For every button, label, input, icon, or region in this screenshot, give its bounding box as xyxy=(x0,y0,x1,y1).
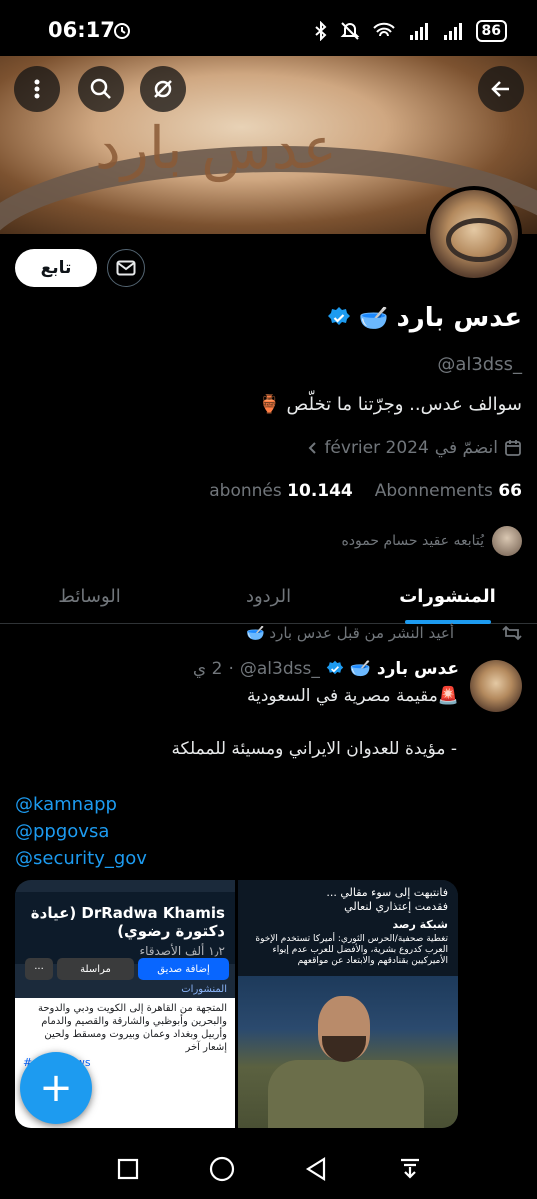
profile-display-name: عدس بارد xyxy=(396,303,522,333)
joined-label: انضمّ في xyxy=(434,438,498,458)
follow-counts: Abonnements 66 abonnés 10.144 xyxy=(209,481,522,501)
wifi-icon xyxy=(372,22,395,37)
photo-uniform xyxy=(268,1060,424,1128)
media-profile-name: DrRadwa Khamis (عيادة دكتورة رضوي) xyxy=(30,904,225,940)
following-count-link[interactable]: Abonnements 66 xyxy=(375,481,522,501)
nav-back-button[interactable] xyxy=(300,1153,332,1185)
grok-icon xyxy=(154,80,172,98)
verified-badge-icon xyxy=(326,660,344,675)
system-nav-bar xyxy=(0,1138,537,1199)
tab-media[interactable]: الوسائط xyxy=(0,570,179,623)
followers-label: abonnés xyxy=(209,481,282,501)
signal-icon-2 xyxy=(443,23,462,40)
repost-indicator: أعيد النشر من قبل عدس بارد 🥣 xyxy=(246,624,522,642)
bluetooth-icon xyxy=(314,21,326,41)
recent-apps-button[interactable] xyxy=(112,1153,144,1185)
more-vertical-icon xyxy=(34,79,40,99)
more-options-button[interactable] xyxy=(14,66,60,112)
media-news-body: تغطية صحفية/الحرس الثوري: أميركا تستخدم … xyxy=(255,934,448,966)
follow-button[interactable]: تابع xyxy=(15,249,97,287)
tab-posts[interactable]: المنشورات xyxy=(358,570,537,623)
media-more-button: ··· xyxy=(25,958,53,980)
follower-avatar xyxy=(492,526,522,556)
home-button[interactable] xyxy=(206,1153,238,1185)
tab-replies[interactable]: الردود xyxy=(179,570,358,623)
pull-down-icon xyxy=(400,1158,419,1179)
repost-text: أعيد النشر من قبل عدس بارد 🥣 xyxy=(245,624,454,642)
media-news-line1: فانتبهت إلى سوء مقالي ... xyxy=(326,886,448,899)
bowl-emoji: 🥣 xyxy=(358,304,389,332)
profile-avatar[interactable] xyxy=(426,186,522,282)
verified-badge-icon xyxy=(327,307,350,325)
media-news-card: فانتبهت إلى سوء مقالي ... فقدمت إعتذاري … xyxy=(238,880,458,976)
tweet-handle: @al3dss_ xyxy=(239,659,320,679)
tweet-text-line-2: - مؤيدة للعدوان الايراني ومسيئة للمملكة xyxy=(171,739,457,759)
mention-link[interactable]: @security_gov xyxy=(15,848,147,869)
media-soldier-photo xyxy=(238,976,458,1128)
tweet-header: عدس بارد 🥣 @al3dss_ · 2 ي xyxy=(193,659,459,679)
followed-by-row[interactable]: يُتابعه عقيد حسام حموده xyxy=(341,526,522,556)
triangle-back-icon xyxy=(305,1156,325,1181)
tweet-author-name[interactable]: عدس بارد 🥣 xyxy=(350,659,459,679)
mention-link[interactable]: @ppgovsa xyxy=(15,821,109,842)
mention-link[interactable]: @kamnapp xyxy=(15,794,117,815)
status-time: 06:17 xyxy=(48,18,115,42)
grok-button[interactable] xyxy=(140,66,186,112)
following-label: Abonnements xyxy=(374,481,493,501)
mute-icon xyxy=(340,22,359,40)
facebook-profile-header: DrRadwa Khamis (عيادة دكتورة رضوي) ١٫٢ أ… xyxy=(15,892,235,964)
media-news-source: شبكة رصد xyxy=(392,918,448,931)
back-button[interactable] xyxy=(478,66,524,112)
message-button[interactable] xyxy=(107,249,145,287)
media-image-right[interactable]: فانتبهت إلى سوء مقالي ... فقدمت إعتذاري … xyxy=(238,880,458,1128)
banner-text: عدس بارد xyxy=(95,114,337,182)
tweet-time: 2 ي xyxy=(192,659,223,679)
media-news-line2: فقدمت إعتذاري لنعالي xyxy=(344,900,448,913)
status-bar: 06:17 86 xyxy=(0,0,537,56)
calendar-icon xyxy=(505,440,521,456)
profile-handle: @al3dss_ xyxy=(437,354,522,375)
tweet-separator: · xyxy=(228,659,234,679)
followed-by-text: يُتابعه عقيد حسام حموده xyxy=(341,533,484,549)
followers-count-link[interactable]: abonnés 10.144 xyxy=(209,481,353,501)
profile-bio: سوالف عدس.. وجرّتنا ما تخلّص 🏺 xyxy=(258,394,522,415)
tweet-text-line-1: 🚨مقيمة مصرية في السعودية xyxy=(247,686,459,706)
joined-date-row[interactable]: انضمّ في février 2024 xyxy=(306,438,522,458)
chevron-left-icon xyxy=(309,442,317,454)
joined-date: février 2024 xyxy=(324,438,429,458)
status-icons: 86 xyxy=(314,20,507,42)
square-icon xyxy=(117,1158,138,1179)
tweet-author-avatar[interactable] xyxy=(470,660,522,712)
profile-name-row: عدس بارد 🥣 xyxy=(327,303,522,333)
media-add-friend-button: إضافة صديق xyxy=(138,958,229,980)
repost-icon xyxy=(502,625,522,641)
envelope-icon xyxy=(116,260,136,276)
media-posts-tab: المنشورات xyxy=(181,984,227,995)
following-count: 66 xyxy=(498,481,522,501)
media-buttons: إضافة صديق مراسلة ··· xyxy=(25,958,229,980)
search-button[interactable] xyxy=(78,66,124,112)
signal-icon-1 xyxy=(409,23,428,40)
media-friends: ١٫٢ ألف الأصدقاء xyxy=(139,944,225,958)
compose-fab-button[interactable]: + xyxy=(20,1052,92,1124)
circle-icon xyxy=(209,1156,234,1181)
notification-pull-button[interactable] xyxy=(394,1153,426,1185)
battery-indicator: 86 xyxy=(475,20,507,42)
photo-beard xyxy=(322,1036,366,1062)
arrow-left-icon xyxy=(491,81,509,97)
followers-count: 10.144 xyxy=(287,481,353,501)
profile-tabs: المنشورات الردود الوسائط xyxy=(0,570,537,624)
search-icon xyxy=(90,78,111,99)
alarm-icon xyxy=(114,23,130,39)
media-post-text: المتجهة من القاهرة إلى الكويت ودبي والدو… xyxy=(37,1003,227,1053)
media-message-button: مراسلة xyxy=(57,958,134,980)
